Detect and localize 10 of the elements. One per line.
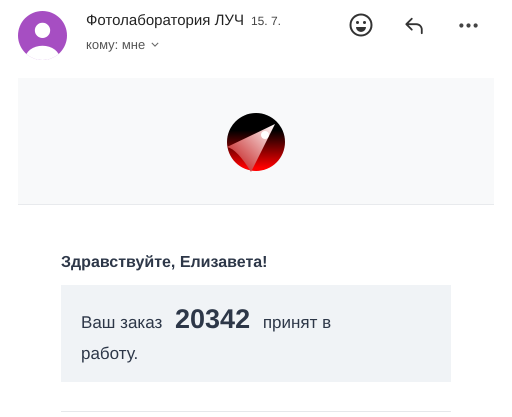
chevron-down-icon[interactable]: [151, 42, 160, 47]
sender-name: Фотолаборатория ЛУЧ: [86, 12, 244, 29]
email-date: 15. 7.: [250, 14, 281, 28]
more-icon[interactable]: [459, 23, 478, 28]
avatar-icon: [18, 11, 67, 60]
greeting: Здравствуйте, Елизавета!: [61, 254, 269, 272]
logo-icon: [226, 112, 286, 172]
recipient-label: кому: мне: [86, 37, 146, 52]
message-text: Ваш заказ 20342 принят в работу.: [81, 304, 332, 365]
emoji-icon[interactable]: [349, 13, 373, 37]
